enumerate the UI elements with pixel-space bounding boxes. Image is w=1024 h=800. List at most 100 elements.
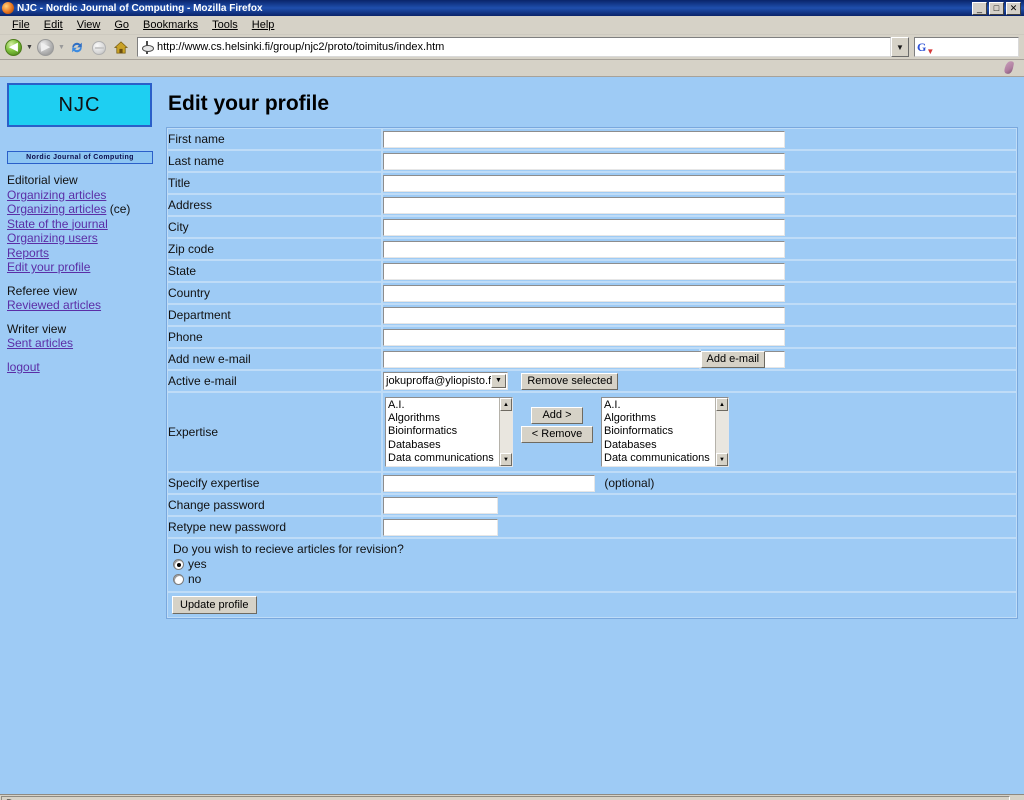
- restore-button[interactable]: □: [989, 1, 1004, 15]
- sidebar-item-organizing-articles-ce[interactable]: Organizing articles (ce): [7, 202, 166, 217]
- menu-go[interactable]: Go: [108, 18, 137, 32]
- sidebar-link-reports[interactable]: Reports: [7, 246, 49, 261]
- njc-logo[interactable]: NJC: [7, 83, 152, 127]
- list-item[interactable]: A.I.: [388, 399, 499, 412]
- expertise-selected-listbox[interactable]: A.I. Algorithms Bioinformatics Databases…: [601, 397, 729, 467]
- page-content: NJC Nordic Journal of Computing Editoria…: [0, 77, 1024, 794]
- table-row: Address: [167, 194, 1017, 216]
- scrollbar-track[interactable]: [716, 411, 728, 453]
- list-item[interactable]: Databases: [604, 439, 715, 452]
- label-country: Country: [167, 282, 382, 304]
- expertise-add-button[interactable]: Add >: [531, 407, 583, 424]
- sidebar-item-state-of-the-journal[interactable]: State of the journal: [7, 217, 166, 232]
- update-profile-button[interactable]: Update profile: [172, 596, 257, 614]
- country-input[interactable]: [383, 284, 785, 302]
- sidebar-link-logout[interactable]: logout: [7, 360, 40, 375]
- menu-tools[interactable]: Tools: [206, 18, 246, 32]
- sidebar-item-edit-your-profile[interactable]: Edit your profile: [7, 260, 166, 275]
- home-icon[interactable]: [111, 37, 132, 58]
- sidebar-link-organizing-articles-ce[interactable]: Organizing articles: [7, 202, 106, 217]
- sidebar-item-logout[interactable]: logout: [7, 360, 166, 375]
- url-input[interactable]: http://www.cs.helsinki.fi/group/njc2/pro…: [137, 37, 891, 57]
- page-title: Edit your profile: [168, 92, 330, 115]
- list-item[interactable]: Algorithms: [388, 412, 499, 425]
- sidebar-link-state-of-the-journal[interactable]: State of the journal: [7, 217, 108, 232]
- expertise-available-scrollbar[interactable]: ▲ ▼: [499, 398, 512, 466]
- retype-password-input[interactable]: [383, 518, 498, 536]
- table-row: Department: [167, 304, 1017, 326]
- zip-code-input[interactable]: [383, 240, 785, 258]
- radio-no-icon[interactable]: [173, 574, 184, 585]
- state-input[interactable]: [383, 262, 785, 280]
- menu-edit[interactable]: Edit: [38, 18, 71, 32]
- department-input[interactable]: [383, 306, 785, 324]
- scroll-down-icon[interactable]: ▼: [716, 453, 728, 466]
- menu-file[interactable]: File: [6, 18, 38, 32]
- back-history-chevron-down-icon[interactable]: ▼: [25, 37, 34, 58]
- list-item[interactable]: A.I.: [604, 399, 715, 412]
- active-email-select[interactable]: jokuproffa@yliopisto.fi ▼: [383, 371, 508, 390]
- expertise-remove-button[interactable]: < Remove: [521, 426, 593, 443]
- cell-expertise: A.I. Algorithms Bioinformatics Databases…: [382, 392, 1017, 472]
- window-title: NJC - Nordic Journal of Computing - Mozi…: [17, 2, 263, 14]
- first-name-input[interactable]: [383, 130, 785, 148]
- change-password-input[interactable]: [383, 496, 498, 514]
- search-caret-icon: ▼: [926, 47, 935, 56]
- menu-bookmarks[interactable]: Bookmarks: [137, 18, 206, 32]
- sidebar-link-reviewed-articles[interactable]: Reviewed articles: [7, 298, 101, 313]
- remove-selected-email-button[interactable]: Remove selected: [521, 373, 619, 391]
- chevron-down-icon[interactable]: ▼: [491, 373, 506, 388]
- list-item[interactable]: Data communications: [388, 452, 499, 465]
- list-item[interactable]: Bioinformatics: [604, 425, 715, 438]
- expertise-selected-scrollbar[interactable]: ▲ ▼: [715, 398, 728, 466]
- last-name-input[interactable]: [383, 152, 785, 170]
- expertise-available-listbox[interactable]: A.I. Algorithms Bioinformatics Databases…: [385, 397, 513, 467]
- sidebar-item-sent-articles[interactable]: Sent articles: [7, 336, 166, 351]
- menu-view[interactable]: View: [71, 18, 109, 32]
- title-input[interactable]: [383, 174, 785, 192]
- sidebar-item-reports[interactable]: Reports: [7, 246, 166, 261]
- back-arrow-icon[interactable]: ◀: [3, 37, 24, 58]
- table-row: Change password: [167, 494, 1017, 516]
- add-email-button[interactable]: Add e-mail: [700, 350, 766, 368]
- list-item[interactable]: Data communications: [604, 452, 715, 465]
- minimize-button[interactable]: _: [972, 1, 987, 15]
- revision-option-no[interactable]: no: [168, 572, 1016, 591]
- menu-view-label: View: [76, 19, 101, 31]
- revision-option-yes[interactable]: yes: [168, 557, 1016, 572]
- menu-help[interactable]: Help: [246, 18, 283, 32]
- menu-bookmarks-label: Bookmarks: [143, 19, 199, 31]
- expertise-selected-items: A.I. Algorithms Bioinformatics Databases…: [602, 398, 715, 466]
- cell-department: [382, 304, 1017, 326]
- menu-tools-label: Tools: [212, 19, 238, 31]
- sidebar-item-organizing-users[interactable]: Organizing users: [7, 231, 166, 246]
- close-button[interactable]: ✕: [1006, 1, 1021, 15]
- google-g-icon: G: [917, 40, 927, 54]
- scroll-down-icon[interactable]: ▼: [500, 453, 512, 466]
- scrollbar-track[interactable]: [500, 411, 512, 453]
- radio-yes-icon[interactable]: [173, 559, 184, 570]
- search-input[interactable]: G ▼: [914, 37, 1019, 57]
- sidebar-link-sent-articles[interactable]: Sent articles: [7, 336, 73, 351]
- specify-expertise-input[interactable]: [383, 474, 595, 492]
- sidebar-item-organizing-articles[interactable]: Organizing articles: [7, 188, 166, 203]
- city-input[interactable]: [383, 218, 785, 236]
- scroll-up-icon[interactable]: ▲: [716, 398, 728, 411]
- reload-icon[interactable]: [67, 37, 88, 58]
- table-row: Add new e-mail Add e-mail: [167, 348, 1017, 370]
- sidebar-link-edit-your-profile[interactable]: Edit your profile: [7, 260, 90, 275]
- sidebar-link-organizing-articles[interactable]: Organizing articles: [7, 188, 106, 203]
- list-item[interactable]: Bioinformatics: [388, 425, 499, 438]
- sidebar-item-reviewed-articles[interactable]: Reviewed articles: [7, 298, 166, 313]
- stop-icon: [89, 37, 110, 58]
- scroll-up-icon[interactable]: ▲: [500, 398, 512, 411]
- sidebar-link-organizing-users[interactable]: Organizing users: [7, 231, 98, 246]
- phone-input[interactable]: [383, 328, 785, 346]
- cell-active-email: jokuproffa@yliopisto.fi ▼ Remove selecte…: [382, 370, 1017, 392]
- address-input[interactable]: [383, 196, 785, 214]
- list-item[interactable]: Databases: [388, 439, 499, 452]
- list-item[interactable]: Algorithms: [604, 412, 715, 425]
- url-chevron-down-icon[interactable]: ▼: [891, 37, 909, 57]
